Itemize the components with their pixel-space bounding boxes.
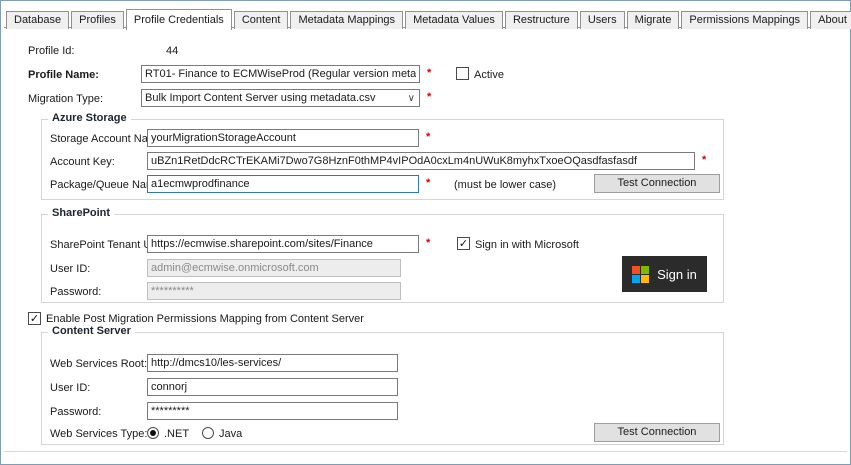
- tab-migrate[interactable]: Migrate: [627, 11, 680, 29]
- sign-in-with-microsoft-label: Sign in with Microsoft: [475, 239, 579, 251]
- tab-profile-credentials[interactable]: Profile Credentials: [126, 9, 232, 30]
- tab-users[interactable]: Users: [580, 11, 625, 29]
- web-services-type-label: Web Services Type:: [50, 428, 147, 440]
- tab-restructure[interactable]: Restructure: [505, 11, 578, 29]
- tab-strip: Database Profiles Profile Credentials Co…: [4, 9, 847, 28]
- microsoft-logo-icon: [632, 266, 649, 283]
- sharepoint-group-title: SharePoint: [48, 207, 114, 219]
- azure-storage-group-title: Azure Storage: [48, 112, 131, 124]
- azure-storage-group: Azure Storage Storage Account Name: * Ac…: [41, 119, 724, 200]
- package-lowercase-hint: (must be lower case): [454, 179, 556, 191]
- profile-name-label: Profile Name:: [28, 69, 99, 81]
- microsoft-sign-in-button[interactable]: Sign in: [622, 256, 707, 292]
- content-server-password-input[interactable]: [147, 402, 398, 420]
- migration-type-value: Bulk Import Content Server using metadat…: [145, 92, 376, 104]
- chevron-down-icon: ∨: [408, 91, 415, 107]
- app-window: { "tabs": { "items": [ {"label": "Databa…: [0, 0, 851, 465]
- package-queue-name-input[interactable]: [147, 175, 419, 193]
- sharepoint-password-input: [147, 282, 401, 300]
- tab-metadata-mappings[interactable]: Metadata Mappings: [290, 11, 403, 29]
- package-queue-required-marker: *: [426, 177, 430, 189]
- sharepoint-user-id-input: [147, 259, 401, 277]
- storage-account-name-input[interactable]: [147, 129, 419, 147]
- tab-content[interactable]: Content: [234, 11, 289, 29]
- tab-permissions-mappings[interactable]: Permissions Mappings: [681, 11, 808, 29]
- sharepoint-tenant-url-input[interactable]: [147, 235, 419, 253]
- ws-type-java-label: Java: [219, 428, 242, 440]
- content-server-test-connection-button[interactable]: Test Connection: [594, 423, 720, 442]
- content-server-group-title: Content Server: [48, 325, 135, 337]
- profile-id-label: Profile Id:: [28, 45, 74, 57]
- enable-post-migration-permissions-checkbox[interactable]: ✓: [28, 312, 41, 325]
- account-key-label: Account Key:: [50, 156, 115, 168]
- sharepoint-user-id-label: User ID:: [50, 263, 90, 275]
- web-services-root-label: Web Services Root:: [50, 358, 147, 370]
- content-server-group: Content Server Web Services Root: User I…: [41, 332, 724, 445]
- ws-type-java-radio[interactable]: [202, 427, 214, 439]
- migration-type-label: Migration Type:: [28, 93, 103, 105]
- bottom-divider: [4, 451, 847, 452]
- content-server-password-label: Password:: [50, 406, 101, 418]
- sign-in-button-label: Sign in: [657, 267, 697, 282]
- storage-account-required-marker: *: [426, 131, 430, 143]
- migration-type-required-marker: *: [427, 91, 431, 103]
- profile-id-value: 44: [166, 45, 178, 57]
- migration-type-dropdown[interactable]: Bulk Import Content Server using metadat…: [141, 89, 420, 107]
- tab-profiles[interactable]: Profiles: [71, 11, 124, 29]
- sharepoint-password-label: Password:: [50, 286, 101, 298]
- tab-about[interactable]: About: [810, 11, 851, 29]
- account-key-input[interactable]: [147, 152, 695, 170]
- web-services-root-input[interactable]: [147, 354, 398, 372]
- sharepoint-group: SharePoint SharePoint Tenant URL: * ✓ Si…: [41, 214, 724, 303]
- sign-in-with-microsoft-checkbox[interactable]: ✓: [457, 237, 470, 250]
- profile-name-required-marker: *: [427, 67, 431, 79]
- tenant-url-required-marker: *: [426, 237, 430, 249]
- active-checkbox-label: Active: [474, 69, 504, 81]
- tab-database[interactable]: Database: [6, 11, 69, 29]
- account-key-required-marker: *: [702, 154, 706, 166]
- ws-type-net-label: .NET: [164, 428, 189, 440]
- azure-test-connection-button[interactable]: Test Connection: [594, 174, 720, 193]
- active-checkbox[interactable]: [456, 67, 469, 80]
- content-server-user-id-label: User ID:: [50, 382, 90, 394]
- tab-metadata-values[interactable]: Metadata Values: [405, 11, 503, 29]
- content-server-user-id-input[interactable]: [147, 378, 398, 396]
- profile-name-input[interactable]: [141, 65, 420, 83]
- enable-post-migration-permissions-label: Enable Post Migration Permissions Mappin…: [46, 313, 364, 325]
- ws-type-net-radio[interactable]: [147, 427, 159, 439]
